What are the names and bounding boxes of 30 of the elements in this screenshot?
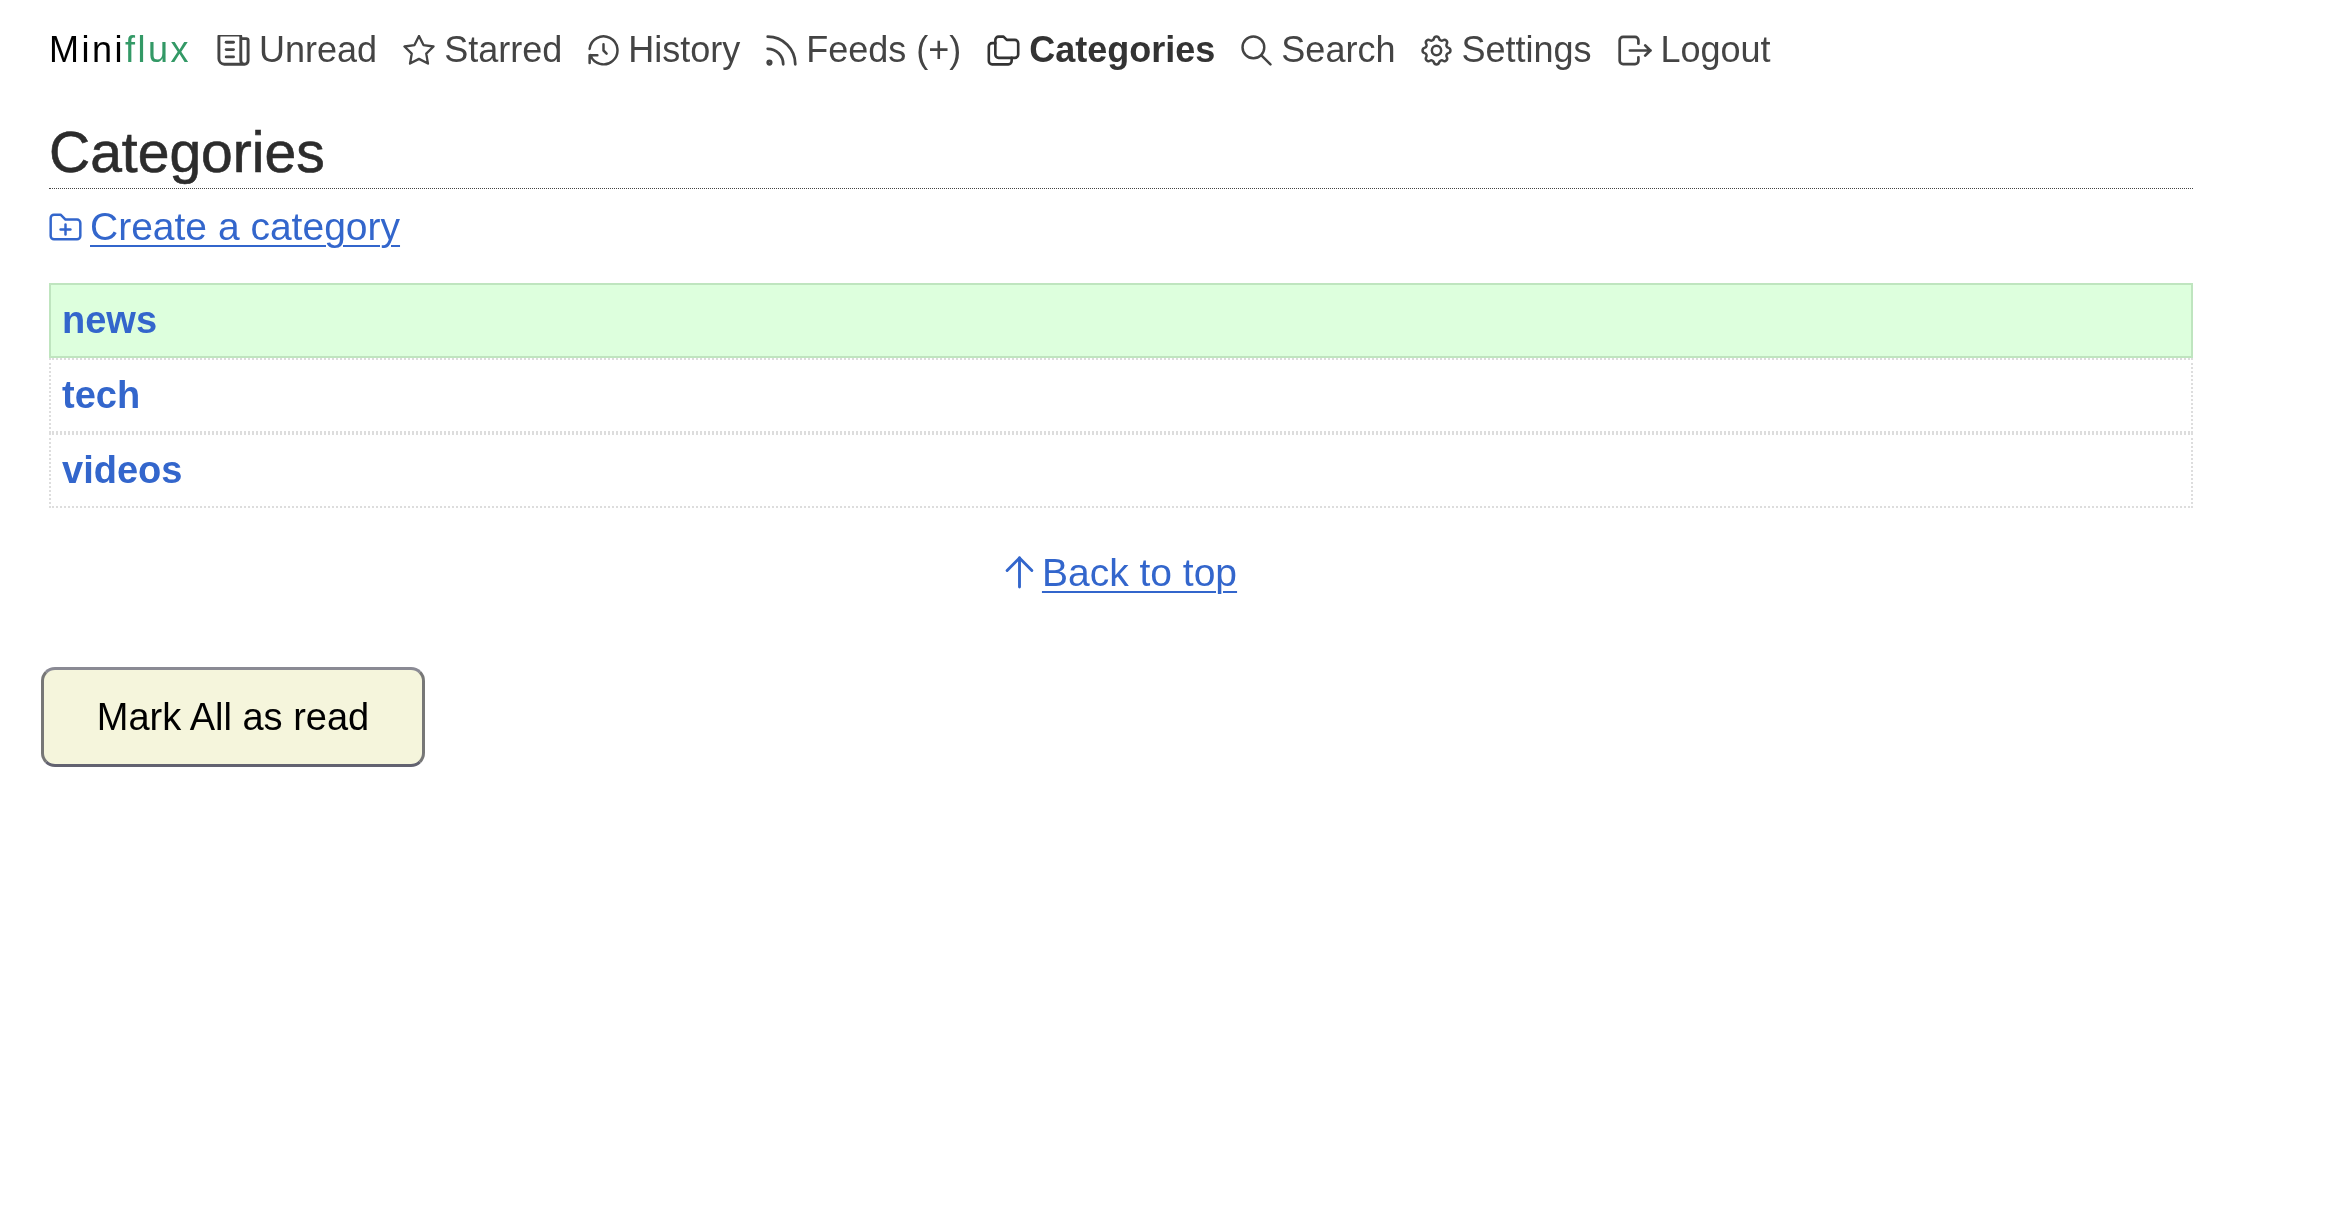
folder-plus-icon: [49, 212, 82, 241]
rss-icon: [766, 34, 798, 66]
nav-link[interactable]: Unread: [217, 29, 378, 71]
nav-link[interactable]: Settings: [1421, 29, 1592, 71]
category-link[interactable]: news: [62, 299, 158, 341]
mark-all-read-button[interactable]: Mark All as read: [41, 667, 425, 767]
star-icon: [403, 34, 436, 66]
nav-link[interactable]: Categories: [987, 29, 1216, 71]
search-icon: [1241, 34, 1273, 66]
nav-link[interactable]: History: [588, 29, 741, 71]
back-to-top-link[interactable]: Back to top: [1004, 549, 1238, 596]
settings-icon: [1421, 34, 1453, 66]
logo[interactable]: Miniflux: [49, 29, 192, 71]
logout-icon: [1617, 34, 1652, 66]
category-row[interactable]: videos: [49, 433, 2193, 508]
nav-link[interactable]: Starred: [403, 29, 563, 71]
nav-link[interactable]: Feeds: [766, 29, 907, 71]
history-icon: [588, 34, 620, 66]
add-feed-link[interactable]: (+): [916, 29, 962, 71]
arrow-up-icon: [1004, 556, 1034, 589]
nav-link[interactable]: Logout: [1617, 29, 1771, 71]
document-icon: [217, 34, 251, 66]
create-category-link[interactable]: Create a category: [49, 203, 400, 250]
category-link[interactable]: videos: [62, 449, 183, 491]
nav-link[interactable]: Search: [1241, 29, 1396, 71]
category-link[interactable]: tech: [62, 374, 141, 416]
page-title: Categories: [49, 119, 2193, 189]
category-row[interactable]: tech: [49, 358, 2193, 433]
folders-icon: [987, 34, 1021, 66]
category-row[interactable]: news: [49, 283, 2193, 358]
